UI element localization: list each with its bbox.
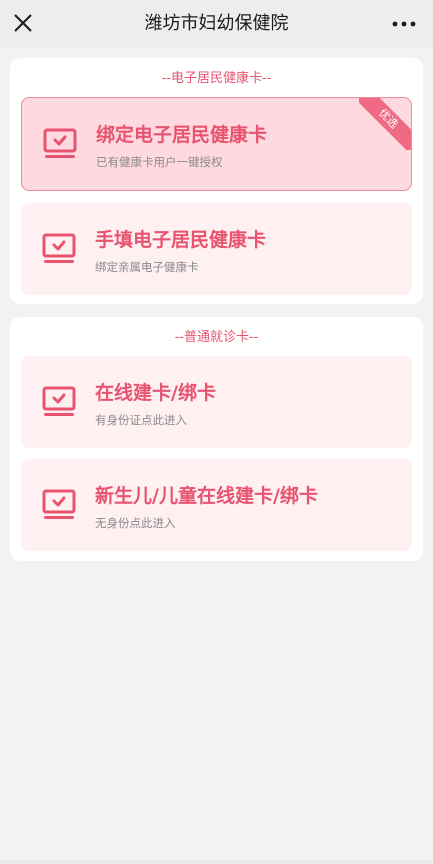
card-subtitle: 无身份点此进入	[95, 516, 176, 530]
preferred-badge: 优选	[359, 98, 411, 150]
card-icon	[42, 386, 76, 416]
card-icon	[43, 128, 77, 158]
card-subtitle: 有身份证点此进入	[95, 413, 187, 427]
bind-health-card-button[interactable]: 绑定电子居民健康卡 已有健康卡用户一键授权 优选	[21, 97, 412, 191]
online-create-card-button[interactable]: 在线建卡/绑卡 有身份证点此进入	[21, 356, 412, 448]
nav-bar: 潍坊市妇幼保健院	[0, 0, 433, 48]
visit-card-section: --普通就诊卡-- 在线建卡/绑卡 有身份证点此进入 新生儿/儿童在线建卡/绑卡…	[10, 317, 423, 561]
page-title: 潍坊市妇幼保健院	[144, 13, 289, 34]
card-icon	[42, 489, 76, 519]
health-card-section: --电子居民健康卡-- 绑定电子居民健康卡 已有健康卡用户一键授权 优选 手填电…	[10, 58, 423, 304]
card-title: 绑定电子居民健康卡	[96, 124, 268, 146]
badge-label: 优选	[359, 98, 411, 150]
card-title: 新生儿/儿童在线建卡/绑卡	[95, 485, 318, 507]
manual-health-card-button[interactable]: 手填电子居民健康卡 绑定亲属电子健康卡	[21, 203, 412, 295]
card-subtitle: 绑定亲属电子健康卡	[95, 260, 199, 274]
card-title: 在线建卡/绑卡	[95, 382, 216, 404]
card-title: 手填电子居民健康卡	[95, 229, 267, 251]
section-title: --电子居民健康卡--	[161, 71, 272, 86]
bottom-divider	[0, 860, 433, 864]
section-title: --普通就诊卡--	[174, 330, 259, 345]
more-icon[interactable]	[391, 14, 417, 34]
card-icon	[42, 233, 76, 263]
card-subtitle: 已有健康卡用户一键授权	[96, 155, 223, 169]
newborn-child-card-button[interactable]: 新生儿/儿童在线建卡/绑卡 无身份点此进入	[21, 459, 412, 551]
